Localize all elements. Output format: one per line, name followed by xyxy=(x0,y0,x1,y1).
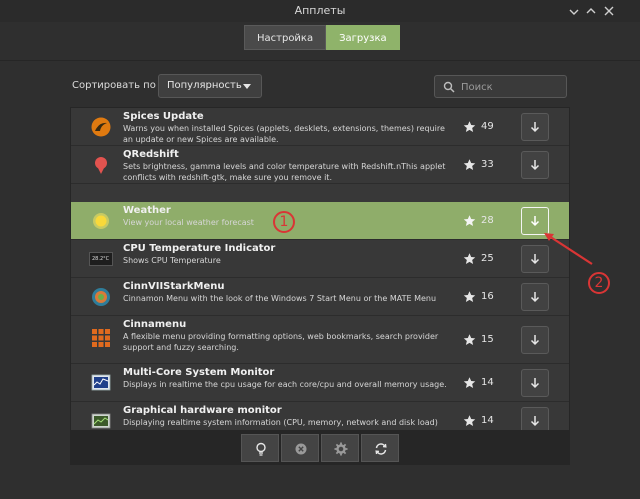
star-icon xyxy=(463,215,476,227)
applet-name: CinnVIIStarkMenu xyxy=(123,281,225,292)
download-button[interactable] xyxy=(521,151,549,179)
sort-label: Сортировать по xyxy=(72,80,156,91)
remove-button[interactable] xyxy=(281,434,319,462)
download-arrow-icon xyxy=(530,335,540,346)
qredshift-icon xyxy=(95,157,107,174)
applet-score: 15 xyxy=(481,334,494,345)
download-arrow-icon xyxy=(530,416,540,427)
applet-description: Cinnamon Menu with the look of the Windo… xyxy=(123,294,437,303)
applet-score: 25 xyxy=(481,253,494,264)
info-button[interactable] xyxy=(241,434,279,462)
maximize-icon[interactable] xyxy=(584,4,598,18)
refresh-icon xyxy=(375,443,387,455)
applet-row-qredshift[interactable]: QRedshift Sets brightness, gamma levels … xyxy=(71,146,569,184)
chevron-down-icon xyxy=(243,84,251,89)
annotation-marker-2: 2 xyxy=(588,272,610,294)
search-icon xyxy=(443,81,455,93)
cpu-temperature-icon: 28.2°C xyxy=(89,252,113,266)
applet-row-multi-core-monitor[interactable]: Multi-Core System Monitor Displays in re… xyxy=(71,364,569,402)
title-bar: Апплеты xyxy=(0,0,640,22)
download-button[interactable] xyxy=(521,326,549,354)
divider xyxy=(0,60,640,61)
applet-row-cinnamenu[interactable]: Cinnamenu A flexible menu providing form… xyxy=(71,316,569,364)
applet-row-graphical-hardware-monitor[interactable]: Graphical hardware monitor Displaying re… xyxy=(71,402,569,430)
refresh-button[interactable] xyxy=(361,434,399,462)
window-title: Апплеты xyxy=(294,4,346,17)
download-arrow-icon xyxy=(530,160,540,171)
applet-name: Weather xyxy=(123,205,171,216)
applet-description: Displaying realtime system information (… xyxy=(123,418,438,427)
applet-name: Spices Update xyxy=(123,111,204,122)
applet-list[interactable]: Spices Update Warns you when installed S… xyxy=(70,107,570,431)
settings-gear-icon xyxy=(334,442,348,456)
download-button[interactable] xyxy=(521,113,549,141)
download-button[interactable] xyxy=(521,283,549,311)
minimize-icon[interactable] xyxy=(567,4,581,18)
applet-row-cinnviistarkmenu[interactable]: CinnVIIStarkMenu Cinnamon Menu with the … xyxy=(71,278,569,316)
applet-score: 28 xyxy=(481,215,494,226)
configure-button[interactable] xyxy=(321,434,359,462)
applet-name: Graphical hardware monitor xyxy=(123,405,282,416)
applet-score: 16 xyxy=(481,291,494,302)
star-icon xyxy=(463,121,476,133)
download-button[interactable] xyxy=(521,369,549,397)
tab-settings[interactable]: Настройка xyxy=(244,25,327,50)
download-arrow-icon xyxy=(530,378,540,389)
search-box[interactable] xyxy=(434,75,567,98)
applet-description: Sets brightness, gamma levels and color … xyxy=(123,162,446,182)
applet-name: QRedshift xyxy=(123,149,179,160)
star-icon xyxy=(463,377,476,389)
download-arrow-icon xyxy=(530,254,540,265)
star-icon xyxy=(463,415,476,427)
annotation-marker-1: 1 xyxy=(273,211,295,233)
applet-score: 49 xyxy=(481,121,494,132)
search-input[interactable] xyxy=(459,78,563,97)
download-arrow-icon xyxy=(530,292,540,303)
bottom-toolbar xyxy=(70,431,570,465)
cpu-temperature-icon-text: 28.2°C xyxy=(92,256,110,262)
applet-row-spices-update[interactable]: Spices Update Warns you when installed S… xyxy=(71,108,569,146)
info-bulb-icon xyxy=(256,442,266,456)
applet-description: Warns you when installed Spices (applets… xyxy=(123,124,445,144)
tab-download[interactable]: Загрузка xyxy=(326,25,400,50)
applet-name: Multi-Core System Monitor xyxy=(123,367,275,378)
applet-row-weather[interactable]: Weather View your local weather forecast… xyxy=(71,202,569,240)
system-monitor-icon xyxy=(91,374,111,391)
remove-icon xyxy=(295,443,307,455)
applet-row-cpu-temperature[interactable]: 28.2°C CPU Temperature Indicator Shows C… xyxy=(71,240,569,278)
applet-description: Shows CPU Temperature xyxy=(123,256,221,265)
star-icon xyxy=(463,253,476,265)
download-arrow-icon xyxy=(530,122,540,133)
cinnamenu-icon xyxy=(92,329,110,347)
hardware-monitor-icon xyxy=(91,413,111,429)
applet-name: Cinnamenu xyxy=(123,319,187,330)
star-icon xyxy=(463,334,476,346)
close-icon[interactable] xyxy=(602,4,616,18)
weather-icon xyxy=(93,213,109,229)
applet-score: 14 xyxy=(481,377,494,388)
applet-description: Displays in realtime the cpu usage for e… xyxy=(123,380,447,389)
star-icon xyxy=(463,159,476,171)
applet-description: A flexible menu providing formatting opt… xyxy=(123,332,439,352)
download-button[interactable] xyxy=(521,407,549,430)
cinnviistarkmenu-icon xyxy=(92,288,110,306)
applet-score: 14 xyxy=(481,415,494,426)
annotation-arrow xyxy=(544,233,593,265)
spices-update-icon xyxy=(91,117,111,137)
star-icon xyxy=(463,291,476,303)
sort-dropdown-value: Популярность xyxy=(167,80,242,91)
applet-score: 33 xyxy=(481,159,494,170)
sort-dropdown[interactable]: Популярность xyxy=(158,74,262,98)
applet-name: CPU Temperature Indicator xyxy=(123,243,276,254)
tab-bar: Настройка Загрузка xyxy=(244,25,400,50)
download-arrow-icon xyxy=(530,216,540,227)
